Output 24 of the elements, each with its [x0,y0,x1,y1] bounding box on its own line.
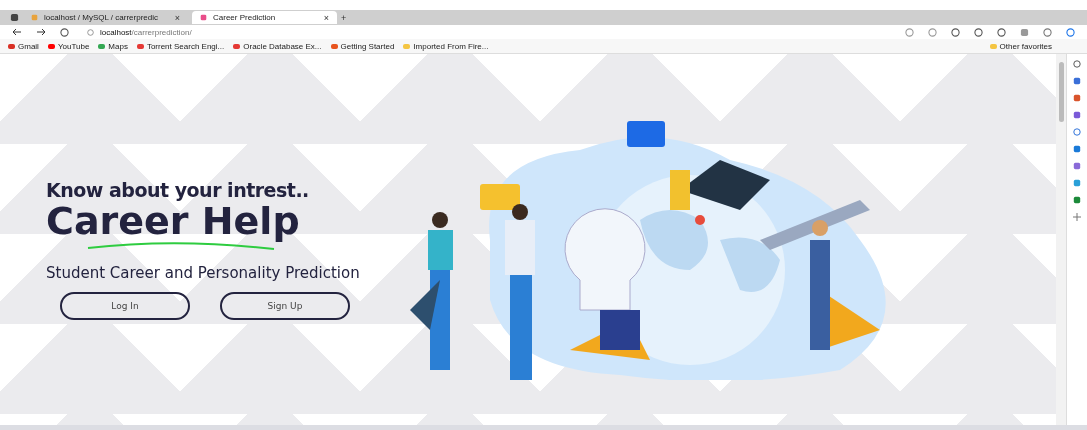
bookmark-link[interactable]: Oracle Database Ex... [233,41,322,51]
add-icon[interactable] [1073,213,1081,221]
close-icon[interactable]: × [323,12,329,23]
forward-icon[interactable] [36,28,46,36]
hero-subtitle: Student Career and Personality Prediction [46,264,360,283]
new-tab-button[interactable]: + [341,12,347,23]
bookmark-link[interactable]: Imported From Fire... [403,41,489,51]
bookmark-link[interactable]: Maps [98,41,128,51]
bookmark-link[interactable]: YouTube [47,41,90,51]
login-button[interactable]: Log In [60,292,190,321]
hero-title: Career Help [46,200,300,243]
scrollbar[interactable] [1056,54,1066,425]
back-icon[interactable] [12,28,22,36]
bookmark-link[interactable]: Gmail [8,41,39,51]
signup-button[interactable]: Sign Up [220,292,350,321]
bookmark-link[interactable]: Getting Started [330,41,395,51]
address-field[interactable]: localhost/carrerprediction/ [83,26,891,38]
other-favorites-link[interactable]: Other favorites [989,41,1052,51]
browser-tab[interactable]: localhost / MySQL / carrerpredic × [23,11,188,24]
underline-swoosh-icon [86,240,276,251]
close-icon[interactable]: × [174,12,180,23]
tagline: Know about your intrest.. [46,178,309,201]
browser-tab[interactable]: Career Prediction × [192,11,337,24]
bookmark-link[interactable]: Torrent Search Engi... [136,41,225,51]
